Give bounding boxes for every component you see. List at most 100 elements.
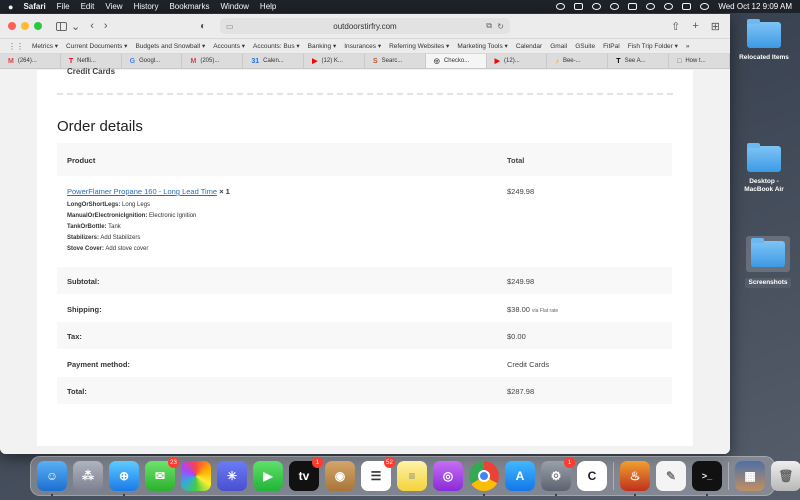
menu-bookmarks[interactable]: Bookmarks xyxy=(169,2,209,11)
tab-nytimes[interactable]: T See A... xyxy=(608,54,670,68)
spotlight-search-icon[interactable] xyxy=(664,3,674,10)
desktop-folder-desktop-macbook[interactable]: Desktop - MacBook Air xyxy=(729,143,799,194)
privacy-shield-icon[interactable]: ◐ xyxy=(200,21,206,32)
bookmark-item[interactable]: Fish Trip Folder ▾ xyxy=(628,42,678,50)
system-settings-icon[interactable]: ⚙ 1 xyxy=(541,457,575,496)
share-icon[interactable]: ⇧ xyxy=(671,20,680,33)
bookmark-item[interactable]: GSuite xyxy=(575,43,595,50)
bookmark-item[interactable]: Referring Websites ▾ xyxy=(389,42,449,50)
checkout-site-icon: ◎ xyxy=(433,58,440,65)
forward-button-icon[interactable]: › xyxy=(104,20,108,32)
facetime-icon[interactable]: ▶ xyxy=(253,461,283,491)
reminders-icon[interactable]: ☰ 52 xyxy=(361,457,395,491)
shipping-method: via Flat rate xyxy=(532,307,559,314)
perplexity-icon[interactable]: ✳ xyxy=(217,461,247,491)
tab-google[interactable]: G Googl... xyxy=(122,54,183,68)
downloads-stack-icon[interactable]: ▦ xyxy=(735,461,765,491)
podcasts-icon[interactable]: ◎ xyxy=(433,461,463,491)
subtotal-row: Subtotal: $249.98 xyxy=(57,267,672,295)
wifi-icon[interactable] xyxy=(646,3,656,10)
script-app-icon[interactable]: ♨ xyxy=(620,461,650,496)
sidebar-toggle-icon[interactable] xyxy=(56,21,67,31)
tab-netflix[interactable]: T Netfli... xyxy=(61,54,122,68)
finder-icon[interactable]: ☺ xyxy=(37,461,67,496)
youtube-icon: ▶ xyxy=(312,58,318,65)
tab-overview-icon[interactable]: ⊞ xyxy=(711,20,720,33)
chrome-icon[interactable] xyxy=(469,461,499,496)
total-label: Total: xyxy=(67,387,87,396)
dock: ☺ ⁂ ⊕ ✉ 23 ✳ ▶ tv 1 ◉ ☰ 52 ≡ ◎ A ⚙ 1 C ♨ ✎ >… xyxy=(30,456,800,496)
messages-icon[interactable]: ✉ 23 xyxy=(145,457,179,491)
bookmark-item[interactable]: Budgets and Snowball ▾ xyxy=(135,42,205,50)
close-window-button[interactable] xyxy=(8,22,16,30)
web-content: Credit Cards Order details Product Total… xyxy=(0,67,730,454)
launchpad-icon[interactable]: ⁂ xyxy=(73,461,103,491)
appletv-icon[interactable]: tv 1 xyxy=(289,457,323,491)
bookmark-item[interactable]: Calendar xyxy=(516,43,542,50)
bookmark-item[interactable]: FitPal xyxy=(603,43,620,50)
sidebar-status-icon[interactable] xyxy=(628,3,638,10)
menu-help[interactable]: Help xyxy=(260,2,276,11)
dock-separator xyxy=(728,462,729,490)
apple-menu-icon[interactable]: ● xyxy=(8,2,13,12)
credit-cards-strip: Credit Cards xyxy=(57,67,673,95)
textedit-icon[interactable]: ✎ xyxy=(656,461,686,491)
menu-window[interactable]: Window xyxy=(220,2,248,11)
fullscreen-window-button[interactable] xyxy=(34,22,42,30)
tab-checkout[interactable]: ◎ Checko... xyxy=(425,54,487,68)
app-store-icon[interactable]: A xyxy=(505,461,535,491)
translate-icon[interactable]: ⧉ xyxy=(486,21,492,31)
trash-icon[interactable]: 🗑 xyxy=(771,461,800,491)
bookmark-item[interactable]: Gmail xyxy=(550,43,567,50)
chevron-down-icon[interactable]: ⌄ xyxy=(71,20,80,33)
siri-icon[interactable] xyxy=(700,3,710,10)
tab-search[interactable]: S Searc... xyxy=(365,54,426,68)
focus-moon-icon[interactable] xyxy=(592,3,602,10)
reload-icon[interactable]: ↻ xyxy=(497,22,504,31)
menu-file[interactable]: File xyxy=(57,2,70,11)
bookmark-item[interactable]: Accounts ▾ xyxy=(213,42,245,50)
tab-gmail-2[interactable]: M (205)... xyxy=(182,54,244,68)
product-link[interactable]: PowerFlamer Propane 160 - Long Lead Time xyxy=(67,187,217,196)
bookmarks-overflow-button[interactable]: » xyxy=(686,43,690,50)
payment-method-row: Payment method: Credit Cards xyxy=(57,349,672,377)
tab-gmail[interactable]: M (264)... xyxy=(0,54,61,68)
menu-edit[interactable]: Edit xyxy=(81,2,95,11)
new-tab-icon[interactable]: + xyxy=(692,20,698,33)
dock-separator xyxy=(613,462,614,490)
bookmark-item[interactable]: Insurances ▾ xyxy=(344,42,381,50)
meta-value: Add stove cover xyxy=(105,246,149,252)
contacts-icon[interactable]: ◉ xyxy=(325,461,355,491)
menu-safari[interactable]: Safari xyxy=(23,2,45,11)
bookmark-item[interactable]: Metrics ▾ xyxy=(32,42,58,50)
tab-youtube[interactable]: ▶ (12) K... xyxy=(304,54,365,68)
tab-howto[interactable]: □ How t... xyxy=(669,54,730,68)
bookmark-item[interactable]: Marketing Tools ▾ xyxy=(457,42,507,50)
address-bar[interactable]: ▭ outdoorstirfry.com ⧉ ↻ xyxy=(220,18,510,34)
bookmark-item[interactable]: Current Documents ▾ xyxy=(66,42,127,50)
chatgpt-icon[interactable]: C xyxy=(577,461,607,491)
tab-bee[interactable]: ♪ Bee-... xyxy=(547,54,609,68)
clock[interactable]: Wed Oct 12 9:09 AM xyxy=(718,2,792,11)
settings-status-icon[interactable] xyxy=(556,3,566,10)
bluetooth-icon[interactable] xyxy=(610,3,620,10)
menu-history[interactable]: History xyxy=(134,2,159,11)
bookmarks-grid-icon[interactable]: ⋮⋮ xyxy=(8,42,24,51)
terminal-icon[interactable]: >_ xyxy=(692,461,722,496)
bookmark-item[interactable]: Accounts: Bus ▾ xyxy=(253,42,300,50)
photos-icon[interactable] xyxy=(181,461,211,491)
bookmark-item[interactable]: Banking ▾ xyxy=(308,42,337,50)
desktop-folder-relocated-items[interactable]: Relocated Items xyxy=(729,19,799,62)
shipping-cell: $38.00 via Flat rate xyxy=(507,305,558,314)
tab-youtube-2[interactable]: ▶ (12)... xyxy=(487,54,548,68)
tab-label: (264)... xyxy=(17,58,37,64)
screen-status-icon[interactable] xyxy=(574,3,584,10)
desktop-folder-screenshots[interactable]: Screenshots xyxy=(733,236,800,288)
minimize-window-button[interactable] xyxy=(21,22,29,30)
back-button-icon[interactable]: ‹ xyxy=(90,20,94,32)
notes-icon[interactable]: ≡ xyxy=(397,461,427,491)
control-center-icon[interactable] xyxy=(682,3,692,10)
safari-icon[interactable]: ⊕ xyxy=(109,461,139,496)
tab-calendar[interactable]: 31 Calen... xyxy=(243,54,305,68)
menu-view[interactable]: View xyxy=(105,2,122,11)
